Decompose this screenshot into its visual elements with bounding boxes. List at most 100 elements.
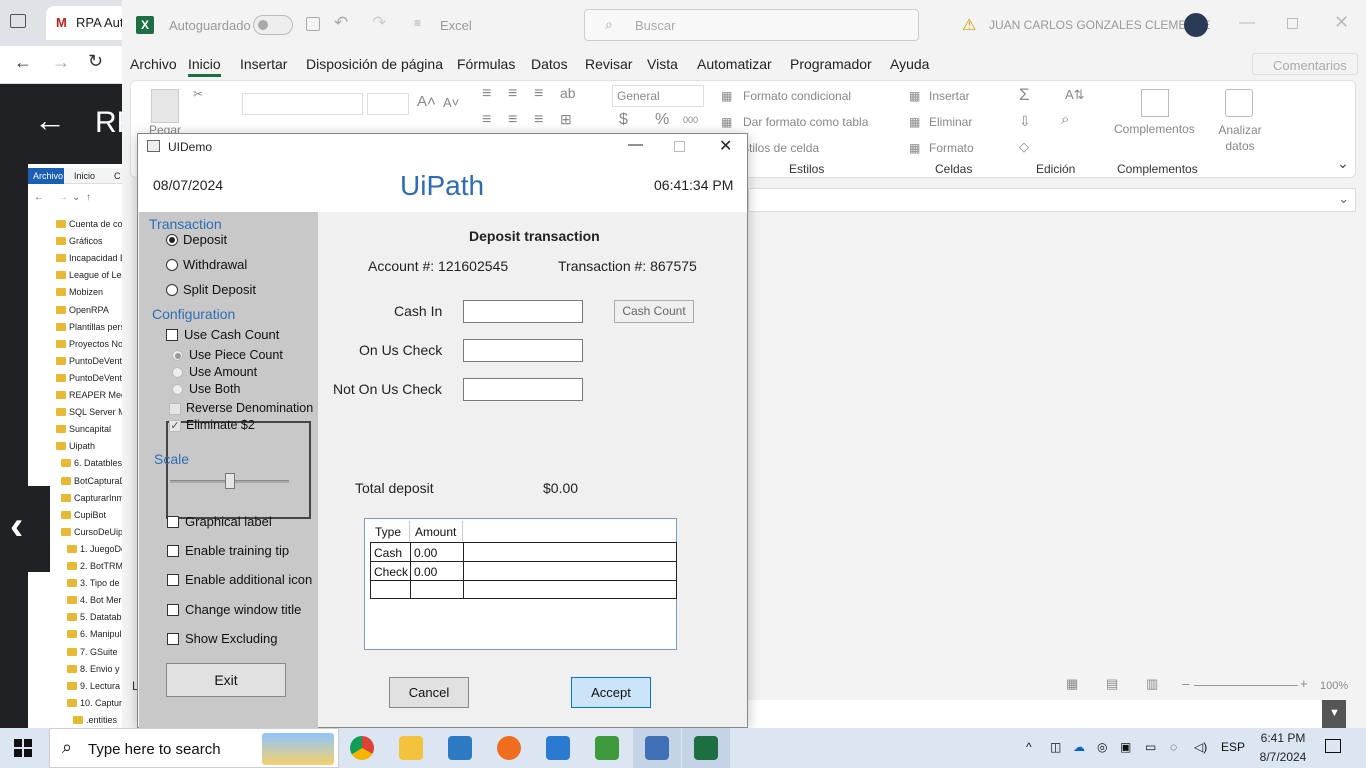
page-break-icon[interactable]: ▥ <box>1146 676 1158 692</box>
folder-item[interactable]: 6. Manipula <box>67 629 127 639</box>
format-cells-icon[interactable]: ▦ <box>909 141 920 155</box>
reload-icon[interactable]: ↻ <box>88 51 103 72</box>
reverse-denomination-checkbox[interactable] <box>169 403 181 415</box>
firefox-icon[interactable] <box>497 736 521 760</box>
excel-menu-item[interactable]: Fórmulas <box>457 56 515 72</box>
app-icon[interactable] <box>546 736 570 760</box>
folder-item[interactable]: Uipath <box>56 441 95 451</box>
explorer-forward-icon[interactable]: → <box>58 192 68 203</box>
meet-icon[interactable]: ◫ <box>1050 740 1061 754</box>
excel-menu-item[interactable]: Datos <box>531 56 568 72</box>
align-left-icon[interactable]: ≡ <box>482 111 491 129</box>
delete-cells-button[interactable]: Eliminar <box>929 115 972 129</box>
folder-item[interactable]: Plantillas perso <box>56 322 130 332</box>
align-right-icon[interactable]: ≡ <box>534 111 543 129</box>
browser-tab[interactable]: M RPA Aut <box>46 6 126 40</box>
folder-item[interactable]: Gráficos <box>56 236 103 246</box>
clipboard-icon[interactable]: ▣ <box>1120 740 1131 754</box>
cash-in-input[interactable] <box>463 300 583 323</box>
redo-icon[interactable]: ↷ <box>372 13 386 33</box>
percent-icon[interactable]: % <box>655 111 669 129</box>
undo-icon[interactable]: ↶ <box>334 13 348 33</box>
folder-item[interactable]: OpenRPA <box>56 305 109 315</box>
conditional-format-button[interactable]: Formato condicional <box>743 89 851 103</box>
delete-cells-icon[interactable]: ▦ <box>909 115 920 129</box>
exit-button[interactable]: Exit <box>166 663 286 697</box>
split-deposit-radio[interactable] <box>166 284 178 296</box>
option-checkbox[interactable] <box>167 516 179 528</box>
format-table-icon[interactable]: ▦ <box>721 115 732 129</box>
explorer-down-icon[interactable]: ⌄ <box>72 192 80 203</box>
zoom-out-icon[interactable]: – <box>1182 676 1189 691</box>
folder-item[interactable]: CapturarInm <box>61 493 124 503</box>
accept-button[interactable]: Accept <box>571 677 651 708</box>
forward-icon[interactable]: → <box>52 52 70 73</box>
folder-item[interactable]: 9. Lectura d <box>67 681 128 691</box>
conditional-format-icon[interactable]: ▦ <box>721 89 732 103</box>
decrease-font-icon[interactable]: A˅ <box>443 95 459 110</box>
customize-qat-icon[interactable]: ≡ <box>414 16 421 30</box>
grid-row[interactable]: Cash 0.00 <box>370 542 677 561</box>
battery-icon[interactable]: ▭ <box>1145 740 1156 754</box>
use-cash-count-checkbox[interactable] <box>166 329 178 341</box>
excel-menu-item[interactable]: Revisar <box>585 56 632 72</box>
use-piece-count-radio[interactable] <box>172 350 183 361</box>
grid-row[interactable] <box>370 580 677 599</box>
dialog-maximize-icon[interactable] <box>674 141 685 152</box>
folder-item[interactable]: .entities <box>73 715 117 725</box>
align-center-icon[interactable]: ≡ <box>508 111 517 129</box>
file-explorer-icon[interactable] <box>399 736 423 760</box>
font-size-select[interactable] <box>367 93 409 115</box>
volume-icon[interactable]: ◁) <box>1194 740 1207 754</box>
align-top-icon[interactable]: ≡ <box>482 85 491 103</box>
page-layout-icon[interactable]: ▤ <box>1106 676 1118 692</box>
chrome-icon[interactable] <box>350 736 374 760</box>
align-bottom-icon[interactable]: ≡ <box>534 85 543 103</box>
close-icon[interactable]: ✕ <box>1334 12 1349 33</box>
tab-actions-icon[interactable] <box>10 14 26 28</box>
option-checkbox[interactable] <box>167 632 179 645</box>
folder-item[interactable]: Suncapital <box>56 424 111 434</box>
maximize-icon[interactable] <box>1287 18 1298 29</box>
addins-button[interactable]: Complementos <box>1114 122 1195 136</box>
carousel-prev-button[interactable]: ‹ <box>0 486 50 572</box>
dialog-minimize-icon[interactable]: — <box>628 136 643 153</box>
folder-item[interactable]: PuntoDeVenta <box>56 373 127 383</box>
taskbar-search[interactable]: ⌕ Type here to search <box>49 728 339 768</box>
zoom-in-icon[interactable]: + <box>1300 676 1308 691</box>
excel-menu-item[interactable]: Programador <box>790 56 872 72</box>
save-icon[interactable] <box>306 17 320 31</box>
uidemo-task[interactable] <box>633 728 681 768</box>
excel-menu-item[interactable]: Ayuda <box>890 56 929 72</box>
autosum-icon[interactable]: Σ <box>1019 85 1030 105</box>
onedrive-icon[interactable]: ☁ <box>1073 740 1085 754</box>
minimize-icon[interactable]: — <box>1239 14 1255 32</box>
cancel-button[interactable]: Cancel <box>389 677 469 708</box>
warning-icon[interactable]: ⚠ <box>962 15 976 35</box>
analyze-data-button[interactable]: Analizar datos <box>1217 122 1263 154</box>
addins-icon[interactable] <box>1141 89 1169 117</box>
explorer-menu-file[interactable]: Archivo <box>28 168 64 184</box>
scroll-down-button[interactable]: ▼ <box>1322 700 1346 728</box>
wrap-text-icon[interactable]: ab <box>560 85 576 101</box>
folder-item[interactable]: PuntoDeVenta <box>56 356 127 366</box>
comments-button[interactable]: Comentarios <box>1252 53 1358 75</box>
folder-item[interactable]: League of Leg <box>56 270 127 280</box>
insert-cells-icon[interactable]: ▦ <box>909 89 920 103</box>
explorer-up-icon[interactable]: ↑ <box>86 192 91 203</box>
insert-cells-button[interactable]: Insertar <box>929 89 970 103</box>
folder-item[interactable]: 3. Tipo de f <box>67 578 125 588</box>
option-checkbox[interactable] <box>167 574 179 587</box>
language-indicator[interactable]: ESP <box>1221 740 1245 754</box>
currency-icon[interactable]: $ <box>619 111 628 129</box>
dialog-close-icon[interactable]: ✕ <box>719 136 732 156</box>
sort-filter-icon[interactable]: A⇅ <box>1065 87 1085 103</box>
excel-search-box[interactable]: ⌕ Buscar <box>584 9 919 41</box>
zoom-slider[interactable] <box>1194 685 1298 686</box>
paste-icon[interactable] <box>151 89 179 123</box>
fill-icon[interactable]: ⇩ <box>1019 113 1031 130</box>
vscode-icon[interactable] <box>448 736 472 760</box>
clock-time[interactable]: 6:41 PM <box>1258 731 1308 745</box>
notifications-icon[interactable] <box>1325 739 1341 753</box>
on-us-check-input[interactable] <box>463 339 583 362</box>
